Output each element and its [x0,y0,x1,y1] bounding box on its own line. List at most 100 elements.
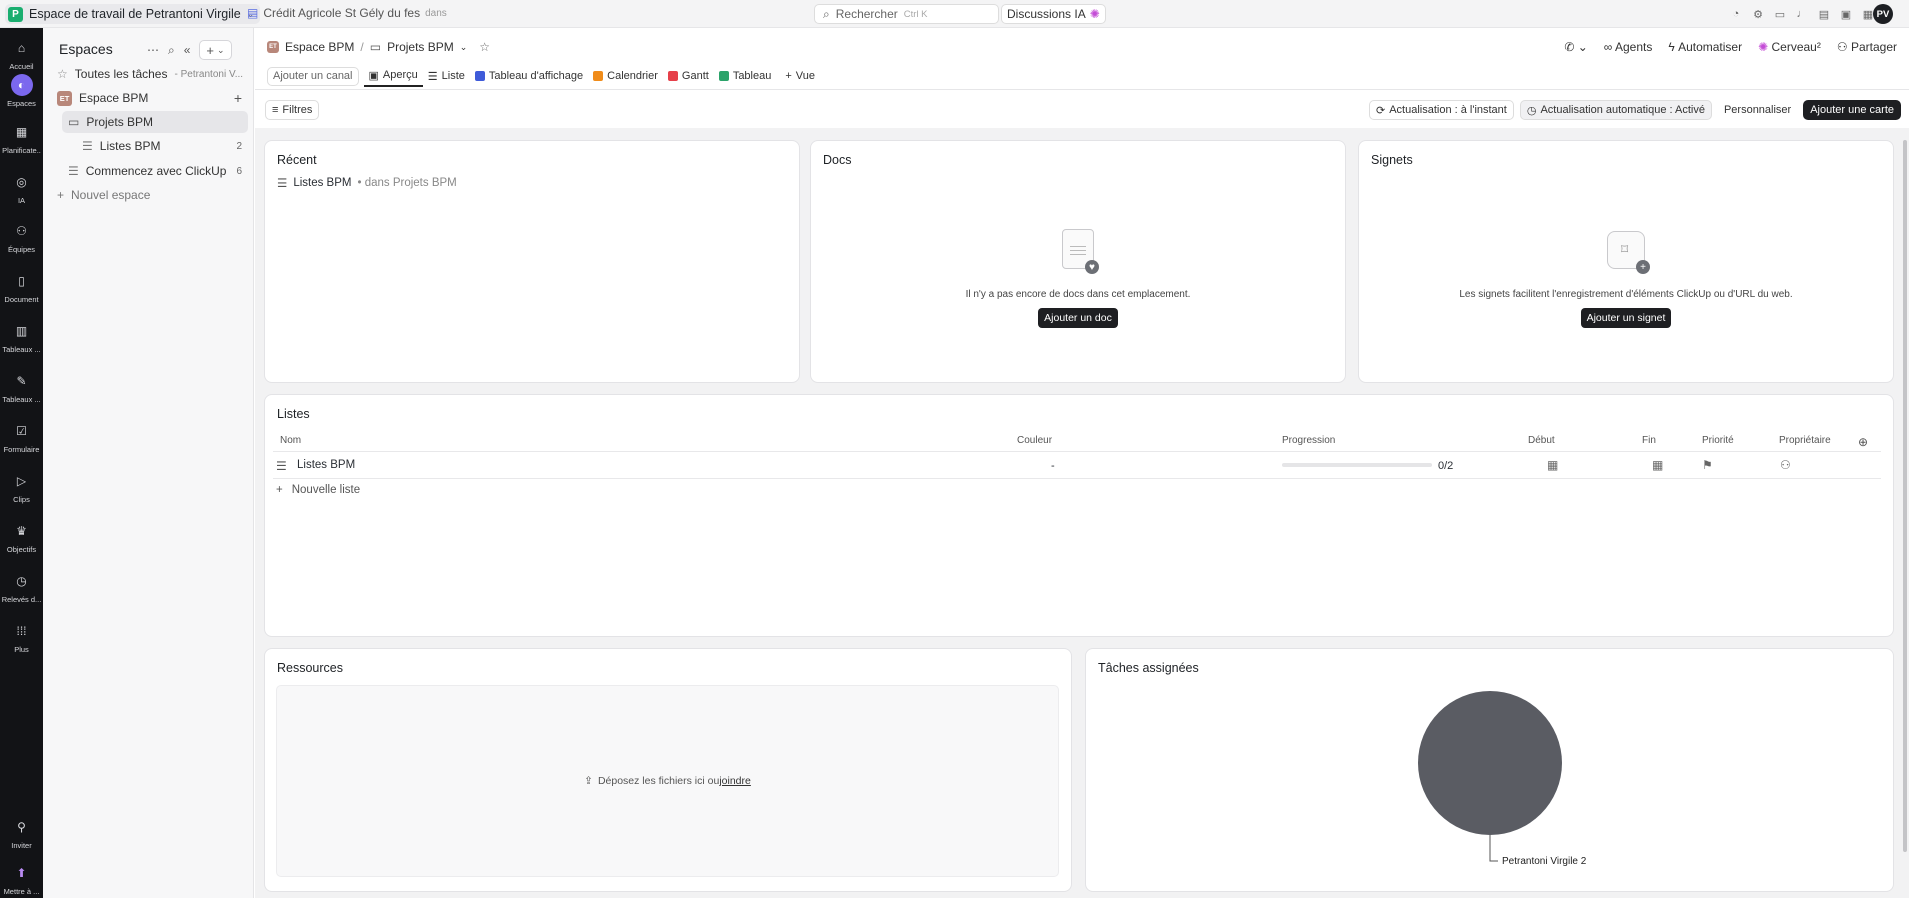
recent-item[interactable]: ☰ Listes BPM • dans Projets BPM [277,176,457,190]
rail-item-home[interactable]: ⌂ Accueil [0,37,43,71]
sidebar-item-all-tasks[interactable]: ☆ Toutes les tâches - Petrantoni V... [51,63,248,85]
create-button[interactable]: + ⌄ [199,40,232,60]
avatar[interactable]: PV [1873,4,1893,24]
automate-button[interactable]: ϟ Automatiser [1668,40,1742,54]
recent-item[interactable]: ▤ Crédit Agricole St Gély du fes dans [247,6,447,20]
ai-discussions-label: Discussions IA [1007,7,1086,21]
sidebar-item-new-space[interactable]: + Nouvel espace [51,184,248,206]
add-view-button[interactable]: + Vue [780,65,820,87]
chevron-down-icon[interactable]: ⌄ [460,42,468,53]
tab-board[interactable]: Tableau d'affichage [470,65,588,87]
new-list-button[interactable]: + Nouvelle liste [276,484,360,496]
rail-item-teams[interactable]: ⚇ Équipes [0,220,43,254]
rail-item-upgrade[interactable]: ⬆ Mettre à ... [0,862,43,896]
recent-item-name: Listes BPM [293,177,352,189]
rail-item-docs[interactable]: ▯ Document [0,270,43,304]
rail-item-spaces[interactable]: ◐ Espaces [0,74,43,108]
rail-item-invite[interactable]: ⚲ Inviter [0,816,43,850]
search-icon[interactable]: ⌕ [168,43,175,58]
scrollbar[interactable] [1903,140,1907,852]
end-date-icon[interactable]: ▦ [1652,458,1663,472]
rail-item-whiteboards[interactable]: ✎ Tableaux ... [0,370,43,404]
sidebar-item-folder[interactable]: ▭ Projets BPM [62,111,248,133]
whiteboard-icon: ✎ [16,374,27,388]
breadcrumb-folder[interactable]: Projets BPM [387,40,454,54]
search-input[interactable]: ⌕ Rechercher Ctrl K [814,4,999,24]
auto-refresh-label: Actualisation automatique : Activé [1540,104,1705,116]
rail-item-goals[interactable]: ♛ Objectifs [0,520,43,554]
owner-icon[interactable]: ⚇ [1780,458,1791,472]
check-circle-icon[interactable]: ◔ [1728,6,1744,22]
document-icon: ▯ [18,274,25,288]
breadcrumb-space[interactable]: Espace BPM [285,40,354,54]
auto-refresh-toggle[interactable]: ◷ Actualisation automatique : Activé [1519,100,1712,120]
workspace-switcher[interactable]: P Espace de travail de Petrantoni Virgil… [5,4,261,24]
more-icon[interactable]: ⋯ [147,43,159,57]
settings-icon[interactable]: ⚙ [1750,6,1766,22]
rail-label: Relevés d... [1,595,42,604]
start-date-icon[interactable]: ▦ [1547,458,1558,472]
share-button[interactable]: ⚇ Partager [1837,40,1897,54]
sidebar-item-list[interactable]: ☰ Listes BPM 2 [76,135,248,157]
rail-label: Planificate.. [2,146,41,155]
table-row[interactable]: ☰ Listes BPM - 0/2 ▦ ▦ ⚑ ⚇ [265,452,1893,478]
sidebar-tools: ⋯ ⌕ « + ⌄ [147,40,232,60]
main-header: ET Espace BPM / ▭ Projets BPM ⌄ ☆ ✆ ⌄ ∞ … [255,28,1909,128]
overview-content: Récent ☰ Listes BPM • dans Projets BPM D… [255,128,1909,898]
microphone-icon[interactable]: ♩ [1794,6,1810,22]
notes-icon[interactable]: ▤ [1816,6,1832,22]
rail-item-more[interactable]: ⁞⁞⁞ Plus [0,620,43,654]
rail-label: Formulaire [3,445,40,454]
recent-item-suffix: • dans Projets BPM [357,177,457,189]
rail-label: Inviter [11,841,32,850]
rail-label: Équipes [7,245,36,254]
upload-icon: ⇪ [584,775,593,787]
tab-gantt[interactable]: Gantt [663,65,714,87]
file-dropzone[interactable]: ⇪ Déposez les fichiers ici ou joindre [276,685,1059,877]
rail-item-ai[interactable]: ◎ IA [0,171,43,205]
add-card-button[interactable]: Ajouter une carte [1803,100,1901,120]
document-icon: ♥ [1062,229,1099,274]
attach-link[interactable]: joindre [719,775,751,787]
rail-item-planner[interactable]: ▦ Planificate.. [0,121,43,155]
tab-list[interactable]: ☰ Liste [423,65,470,87]
team-icon: ⚇ [16,224,27,238]
add-channel-button[interactable]: Ajouter un canal [267,66,359,86]
star-icon[interactable]: ☆ [479,40,490,54]
rail-label: IA [17,196,26,205]
video-icon[interactable]: ▭ [1772,6,1788,22]
customize-button[interactable]: Personnaliser [1718,100,1797,120]
ai-discussions-button[interactable]: Discussions IA ✺ [1001,4,1106,24]
search-placeholder: Rechercher [835,7,898,21]
rail-item-timesheets[interactable]: ◷ Relevés d... [0,570,43,604]
sidebar-item-template[interactable]: ☰ Commencez avec ClickUp 6 [62,160,248,182]
list-icon: ☰ [82,139,93,153]
add-doc-button[interactable]: Ajouter un doc [1038,308,1118,328]
rail-item-dashboards[interactable]: ▥ Tableaux ... [0,320,43,354]
sidebar-item-space[interactable]: ET Espace BPM + [51,87,248,109]
screen-icon[interactable]: ▣ [1838,6,1854,22]
tab-table[interactable]: Tableau [714,65,777,87]
refresh-button[interactable]: ⟳ Actualisation : à l'instant [1368,100,1514,120]
filters-button[interactable]: ≡ Filtres [265,100,320,120]
add-column-icon[interactable]: ⊕ [1858,435,1868,449]
workspace-name: Espace de travail de Petrantoni Virgile [29,7,241,21]
brain-button[interactable]: ✺ Cerveau² [1758,40,1821,54]
phone-icon[interactable]: ✆ ⌄ [1564,40,1587,54]
add-icon[interactable]: + [234,90,242,106]
collapse-sidebar-icon[interactable]: « [184,43,191,57]
tab-calendar[interactable]: Calendrier [588,65,663,87]
priority-flag-icon[interactable]: ⚑ [1702,458,1713,472]
sidebar-item-label: Commencez avec ClickUp [85,164,227,178]
lists-card: Listes Nom Couleur Progression Début Fin… [264,394,1894,637]
rail-item-clips[interactable]: ▷ Clips [0,470,43,504]
folder-icon: ▭ [68,115,80,129]
agents-button[interactable]: ∞ Agents [1604,40,1653,54]
column-progress: Progression [1282,435,1336,446]
pie-slice[interactable] [1418,691,1562,835]
tab-overview[interactable]: ▣ Aperçu [363,65,423,87]
add-bookmark-button[interactable]: Ajouter un signet [1580,308,1672,328]
rail-item-forms[interactable]: ☑ Formulaire [0,420,43,454]
video-icon: ▷ [16,474,27,488]
column-name: Nom [280,435,302,446]
